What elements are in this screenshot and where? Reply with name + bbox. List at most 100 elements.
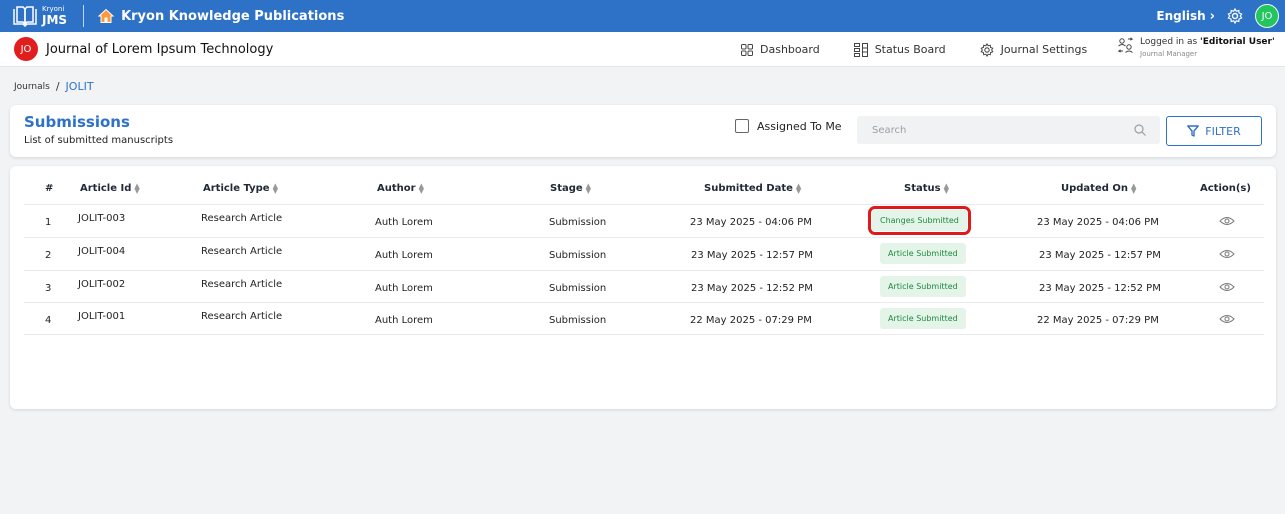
status-badge: Article Submitted <box>880 243 966 264</box>
logged-in-role: 'Editorial User' <box>1200 37 1275 47</box>
submissions-table: # Article Id ▲ ▼ Article Type ▲ ▼ Author ▲ ▼ S… <box>10 166 1276 409</box>
header-number-label: # <box>45 183 54 194</box>
header-article-type-label: Article Type <box>203 183 270 194</box>
logged-in-info[interactable]: Logged in as 'Editorial User' Journal Ma… <box>1117 37 1275 58</box>
journal-avatar: JO <box>14 37 38 61</box>
sort-icon: ▲ ▼ <box>795 181 802 195</box>
header-number: # <box>45 183 53 194</box>
submissions-header: Submissions List of submitted manuscript… <box>10 105 1276 157</box>
submitted-date: 23 May 2025 - 04:06 PM <box>690 217 812 228</box>
filter-icon <box>1187 125 1200 137</box>
chevron-right-icon: › <box>1209 8 1215 24</box>
article-type: Research Article <box>201 246 283 257</box>
nav-journal-settings[interactable]: Journal Settings <box>980 42 1088 57</box>
submitted-date: 22 May 2025 - 07:29 PM <box>690 315 812 326</box>
header-updated-on-label: Updated On <box>1061 183 1129 194</box>
logged-in-text: Logged in as 'Editorial User' <box>1140 37 1275 47</box>
status-board-icon <box>853 42 868 57</box>
filter-label: FILTER <box>1205 124 1241 138</box>
breadcrumb-journals[interactable]: Journals <box>14 82 50 92</box>
journal-nav: Dashboard Status Board Journal Settings <box>741 32 1121 67</box>
top-divider <box>83 5 85 27</box>
book-logo-icon <box>13 6 37 27</box>
article-type: Research Article <box>201 213 283 224</box>
header-article-id-label: Article Id <box>80 183 132 194</box>
updated-on: 23 May 2025 - 12:52 PM <box>1039 283 1161 294</box>
filter-button[interactable]: FILTER <box>1166 116 1262 146</box>
view-eye-icon[interactable] <box>1219 249 1235 259</box>
logged-in-prefix: Logged in as <box>1140 37 1201 47</box>
submitted-date: 23 May 2025 - 12:57 PM <box>691 250 813 261</box>
nav-dashboard[interactable]: Dashboard <box>741 43 820 56</box>
header-author[interactable]: Author ▲ ▼ <box>377 181 424 195</box>
table-row[interactable]: 4 JOLIT-001 Research Article Auth Lorem … <box>24 302 1264 335</box>
nav-status-board-label: Status Board <box>874 43 946 56</box>
brand-name: JMS <box>42 13 68 27</box>
table-row[interactable]: 2 JOLIT-004 Research Article Auth Lorem … <box>24 237 1264 270</box>
brand-logo[interactable]: Kryoni JMS <box>12 5 67 27</box>
header-article-id[interactable]: Article Id ▲ ▼ <box>80 181 140 195</box>
article-type: Research Article <box>201 311 283 322</box>
stage: Submission <box>549 250 607 261</box>
updated-on: 23 May 2025 - 04:06 PM <box>1037 217 1159 228</box>
table-row[interactable]: 1 JOLIT-003 Research Article Auth Lorem … <box>24 204 1264 237</box>
view-eye-icon[interactable] <box>1219 216 1235 226</box>
header-stage[interactable]: Stage ▲ ▼ <box>550 182 591 194</box>
row-number: 1 <box>45 217 52 228</box>
nav-status-board[interactable]: Status Board <box>853 42 946 57</box>
breadcrumb-separator: / <box>55 80 60 93</box>
view-eye-icon[interactable] <box>1219 282 1235 292</box>
author: Auth Lorem <box>375 283 433 294</box>
article-id: JOLIT-001 <box>78 311 126 322</box>
submitted-date: 23 May 2025 - 12:52 PM <box>691 283 813 294</box>
search-icon[interactable] <box>1134 124 1146 136</box>
assigned-to-me-toggle[interactable]: Assigned To Me <box>735 119 842 133</box>
sort-icon: ▲ ▼ <box>418 181 424 195</box>
table-row[interactable]: 3 JOLIT-002 Research Article Auth Lorem … <box>24 270 1264 303</box>
sort-icon: ▲ ▼ <box>134 181 140 195</box>
article-id: JOLIT-002 <box>78 279 126 290</box>
language-label: English <box>1156 8 1206 23</box>
page-description: List of submitted manuscripts <box>24 135 174 146</box>
header-actions: Action(s) <box>1200 183 1251 194</box>
assigned-to-me-checkbox[interactable] <box>735 119 749 133</box>
logged-in-subtitle: Journal Manager <box>1140 50 1198 58</box>
row-number: 2 <box>45 250 52 261</box>
header-author-label: Author <box>377 183 416 194</box>
article-id: JOLIT-003 <box>78 213 126 224</box>
home-icon[interactable] <box>98 8 115 24</box>
view-eye-icon[interactable] <box>1219 314 1235 324</box>
header-actions-label: Action(s) <box>1200 183 1251 194</box>
nav-journal-settings-label: Journal Settings <box>1000 43 1088 56</box>
user-switch-icon <box>1117 37 1134 53</box>
user-avatar[interactable]: JO <box>1255 4 1279 28</box>
status-badge: Article Submitted <box>880 308 966 329</box>
top-app-bar: Kryoni JMS Kryon Knowledge Publications … <box>0 0 1285 32</box>
author: Auth Lorem <box>375 315 433 326</box>
header-submitted-date-label: Submitted Date <box>704 183 793 194</box>
breadcrumb-current[interactable]: JOLIT <box>66 80 94 93</box>
header-updated-on[interactable]: Updated On ▲ ▼ <box>1061 181 1137 195</box>
search-input[interactable] <box>872 124 1132 136</box>
gear-icon[interactable] <box>1227 8 1243 24</box>
header-status[interactable]: Status ▲ ▼ <box>904 181 949 195</box>
stage: Submission <box>549 283 607 294</box>
updated-on: 22 May 2025 - 07:29 PM <box>1037 315 1159 326</box>
header-stage-label: Stage <box>550 183 583 194</box>
page-title: Submissions <box>24 113 130 131</box>
publisher-title[interactable]: Kryon Knowledge Publications <box>121 9 344 24</box>
updated-on: 23 May 2025 - 12:57 PM <box>1039 250 1161 261</box>
journal-title[interactable]: Journal of Lorem Ipsum Technology <box>46 42 273 57</box>
header-article-type[interactable]: Article Type ▲ ▼ <box>203 182 278 194</box>
article-id: JOLIT-004 <box>78 246 126 257</box>
language-selector[interactable]: English › <box>1156 9 1215 24</box>
header-submitted-date[interactable]: Submitted Date ▲ ▼ <box>704 181 802 195</box>
stage: Submission <box>549 315 607 326</box>
header-status-label: Status <box>904 183 941 194</box>
article-type: Research Article <box>201 279 283 290</box>
sort-icon: ▲ ▼ <box>943 181 949 195</box>
search-box <box>857 116 1160 144</box>
sort-icon: ▲ ▼ <box>1131 181 1137 195</box>
grid-icon <box>741 43 753 56</box>
settings-icon <box>980 42 994 57</box>
